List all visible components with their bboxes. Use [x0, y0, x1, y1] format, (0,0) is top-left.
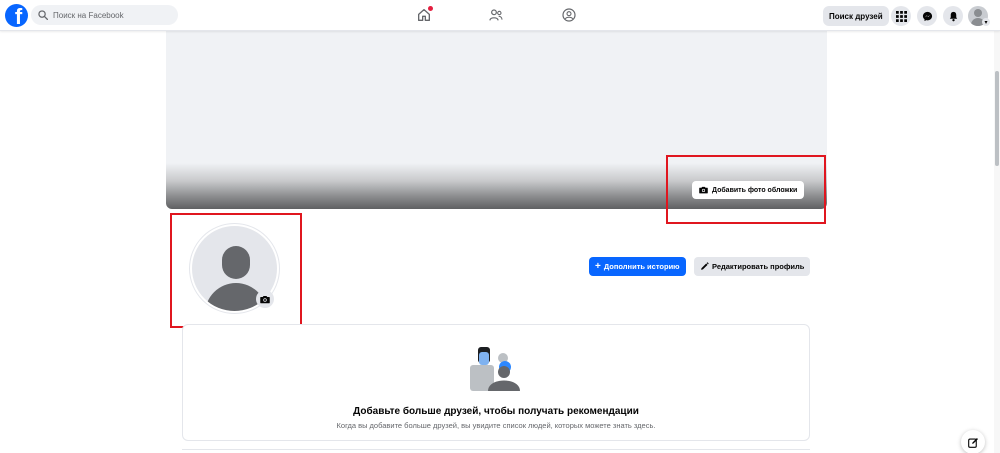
menu-grid-icon	[895, 10, 907, 22]
notification-dot	[428, 6, 433, 11]
add-to-story-label: Дополнить историю	[603, 262, 680, 271]
search-icon	[38, 10, 48, 20]
avatar-head	[974, 9, 982, 17]
facebook-logo[interactable]: f	[5, 4, 28, 27]
facebook-logo-letter: f	[14, 4, 23, 28]
pencil-icon	[701, 262, 709, 270]
plus-icon: +	[595, 261, 601, 272]
highlight-box-cover-button	[666, 155, 826, 224]
chevron-down-icon[interactable]: ▾	[982, 18, 990, 26]
section-divider	[182, 449, 810, 450]
groups-icon	[562, 8, 576, 22]
find-friends-button[interactable]: Поиск друзей	[823, 6, 889, 26]
scrollbar-thumb[interactable]	[995, 71, 999, 166]
notifications-button[interactable]	[943, 6, 963, 26]
nav-home[interactable]	[415, 6, 433, 24]
messenger-icon	[922, 11, 932, 21]
menu-button[interactable]	[891, 6, 911, 26]
add-to-story-button[interactable]: + Дополнить историю	[589, 257, 686, 276]
people-illustration-icon	[470, 347, 520, 391]
highlight-box-profile-picture	[170, 213, 302, 328]
recommendations-title: Добавьте больше друзей, чтобы получать р…	[353, 406, 639, 417]
messenger-button[interactable]	[917, 6, 937, 26]
search-input[interactable]	[53, 10, 168, 20]
nav-friends[interactable]	[487, 6, 505, 24]
new-message-button[interactable]	[961, 430, 985, 453]
edit-profile-label: Редактировать профиль	[712, 262, 805, 271]
top-navigation-bar: f Поиск друзей ▾	[0, 0, 1000, 31]
page-scrollbar[interactable]	[994, 31, 1000, 453]
bell-icon	[949, 11, 957, 21]
nav-groups[interactable]	[560, 6, 578, 24]
search-box[interactable]	[31, 5, 178, 25]
edit-profile-button[interactable]: Редактировать профиль	[694, 257, 811, 276]
compose-icon	[967, 437, 978, 448]
friend-recommendations-card: Добавьте больше друзей, чтобы получать р…	[182, 324, 810, 441]
recommendations-subtitle: Когда вы добавите больше друзей, вы увид…	[336, 421, 656, 430]
friends-icon	[489, 9, 503, 21]
